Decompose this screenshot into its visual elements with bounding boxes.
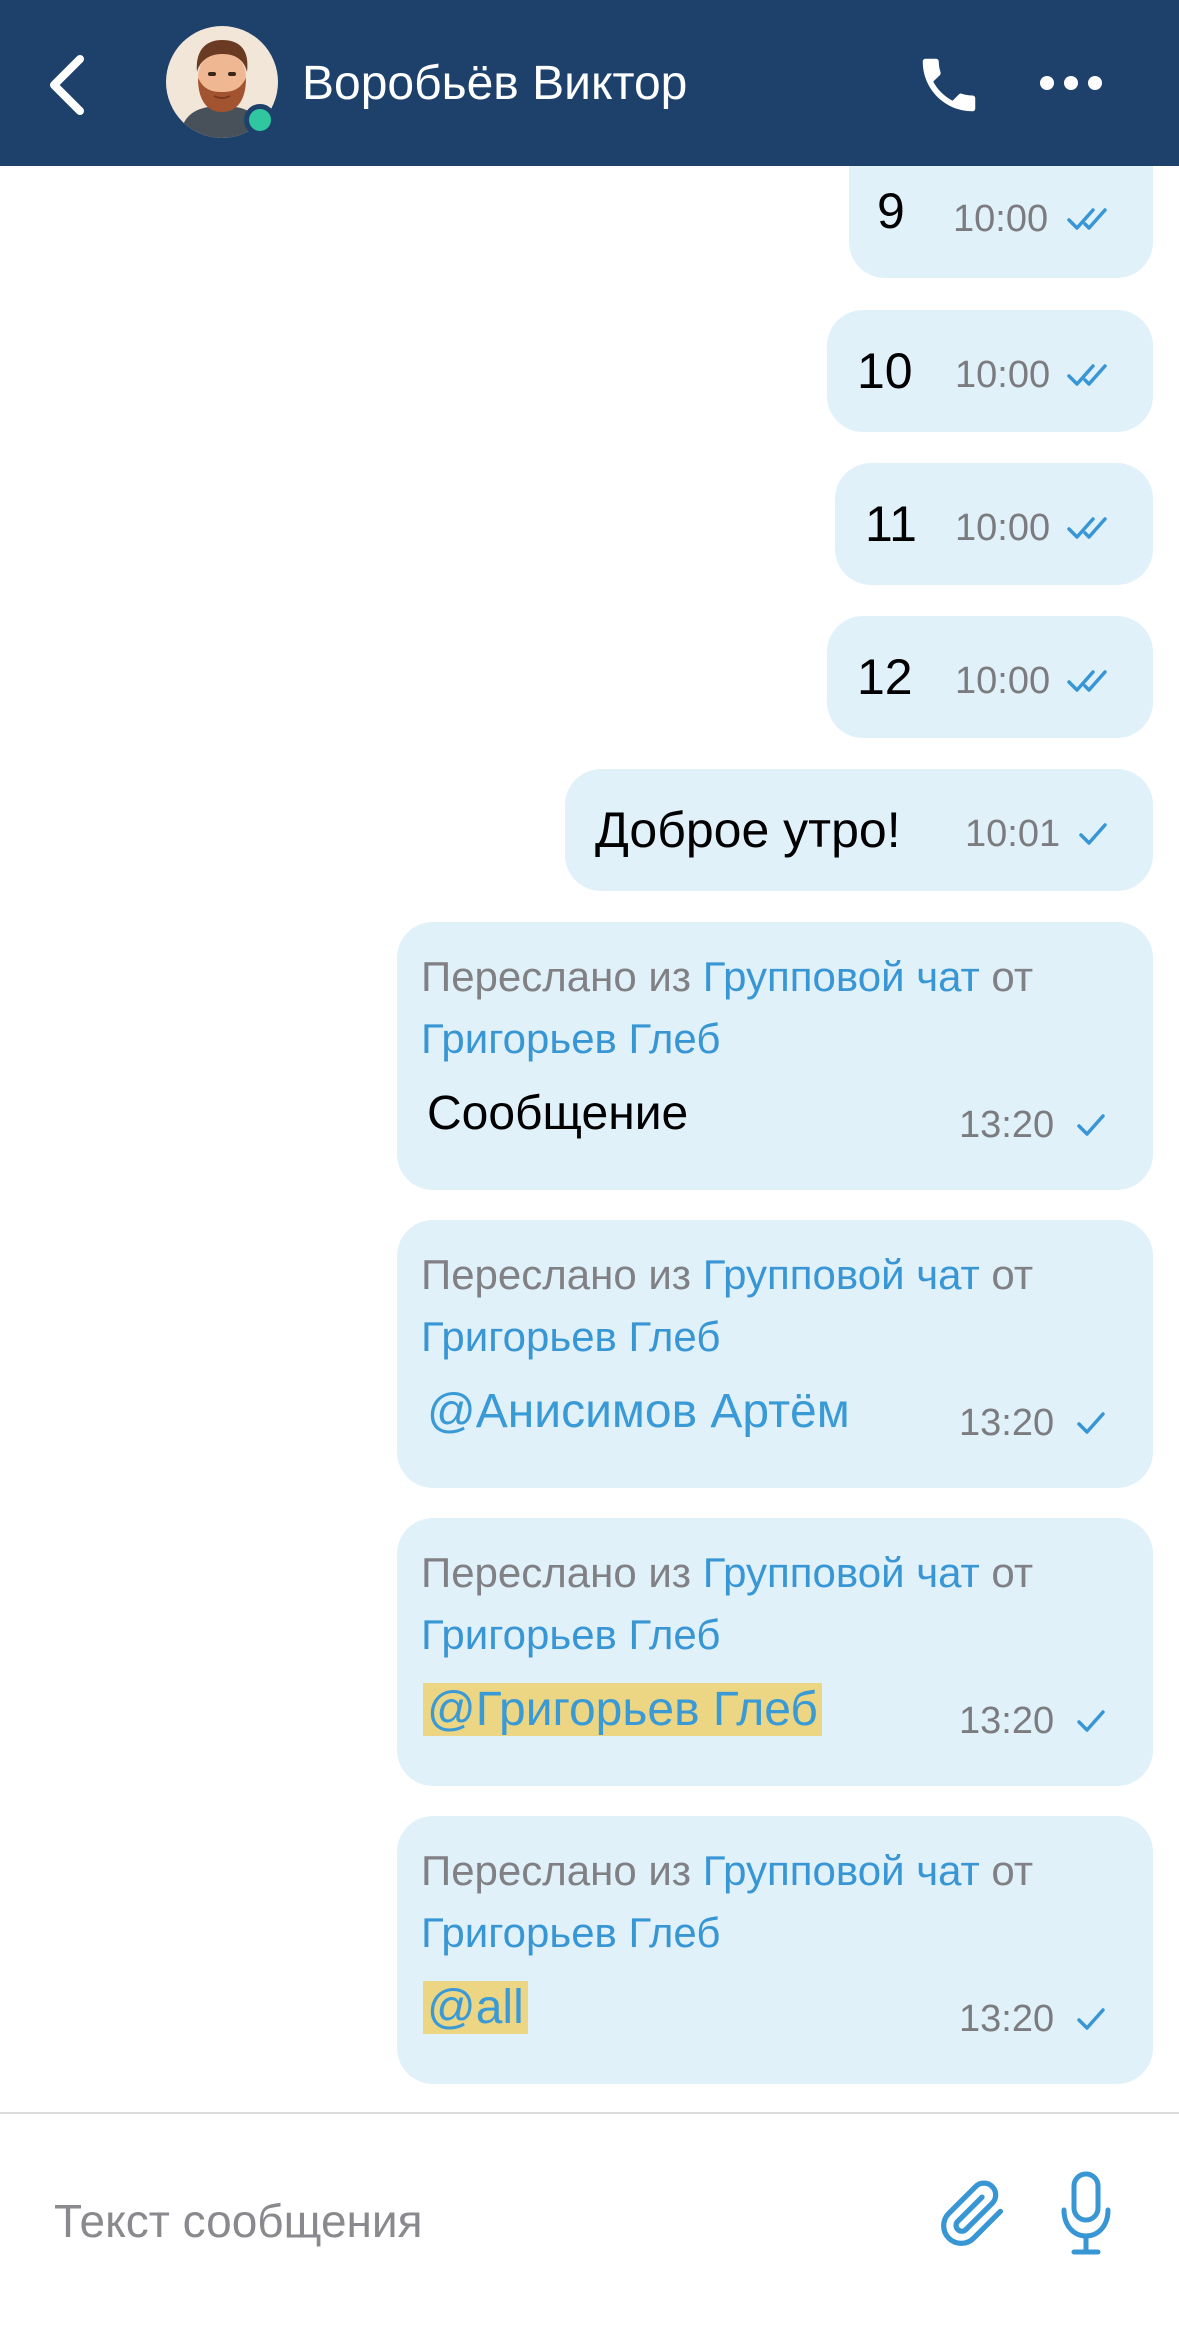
message-body: @all	[423, 1978, 528, 2038]
paperclip-icon	[941, 2180, 1004, 2246]
single-check-icon	[1077, 2008, 1105, 2030]
back-button[interactable]	[40, 45, 100, 125]
forward-from-word: от	[979, 1549, 1034, 1596]
forward-chat-link[interactable]: Групповой чат	[703, 1549, 980, 1596]
phone-icon	[922, 58, 976, 112]
forward-author-link[interactable]: Григорьев Глеб	[421, 1909, 720, 1956]
forward-prefix: Переслано из	[421, 1847, 703, 1894]
forward-author-link[interactable]: Григорьев Глеб	[421, 1611, 720, 1658]
message-time: 10:01	[965, 813, 1061, 855]
forwarded-message-bubble[interactable]: Переслано из Групповой чат от Григорьев Г…	[397, 1518, 1153, 1786]
voice-record-button[interactable]	[1058, 2170, 1114, 2258]
forward-author-link[interactable]: Григорьев Глеб	[421, 1015, 720, 1062]
forward-from-word: от	[979, 953, 1034, 1000]
message-bubble[interactable]: 12 10:00	[827, 616, 1153, 738]
forward-from-word: от	[979, 1847, 1034, 1894]
double-check-icon	[1067, 208, 1107, 230]
chevron-left-icon	[50, 55, 84, 115]
double-check-icon	[1067, 670, 1107, 692]
forward-from-word: от	[979, 1251, 1034, 1298]
forwarded-message-bubble[interactable]: Переслано из Групповой чат от Григорьев Г…	[397, 922, 1153, 1190]
single-check-icon	[1077, 1710, 1105, 1732]
contact-name[interactable]: Воробьёв Виктор	[302, 52, 687, 116]
forward-author-link[interactable]: Григорьев Глеб	[421, 1313, 720, 1360]
message-bubble[interactable]: 10 10:00	[827, 310, 1153, 432]
message-time: 10:00	[955, 354, 1051, 396]
single-check-icon	[1077, 1412, 1105, 1434]
attach-button[interactable]	[938, 2174, 1008, 2254]
forward-header: Переслано из Групповой чат от Григорьев Г…	[421, 946, 1141, 1070]
message-text: 9	[877, 183, 905, 239]
message-time: 10:00	[955, 660, 1051, 702]
forward-header: Переслано из Групповой чат от Григорьев Г…	[421, 1542, 1141, 1666]
message-composer: Текст сообщения	[0, 2112, 1179, 2336]
single-check-icon	[1077, 1114, 1105, 1136]
self-mention-text[interactable]: @Григорьев Глеб	[423, 1683, 822, 1736]
forward-chat-link[interactable]: Групповой чат	[703, 1847, 980, 1894]
forward-chat-link[interactable]: Групповой чат	[703, 953, 980, 1000]
message-time: 10:00	[953, 198, 1049, 240]
mention-text[interactable]: @Анисимов Артём	[427, 1382, 850, 1442]
forwarded-message-bubble[interactable]: Переслано из Групповой чат от Григорьев Г…	[397, 1220, 1153, 1488]
call-button[interactable]	[914, 50, 984, 120]
more-options-button[interactable]	[1036, 58, 1106, 108]
message-time: 13:20	[959, 1402, 1055, 1444]
message-text: 11	[865, 496, 917, 552]
message-text: Сообщение	[427, 1087, 689, 1140]
message-time: 10:00	[955, 507, 1051, 549]
message-bubble[interactable]: 11 10:00	[835, 463, 1153, 585]
forward-chat-link[interactable]: Групповой чат	[703, 1251, 980, 1298]
message-time: 13:20	[959, 1104, 1055, 1146]
microphone-icon	[1061, 2171, 1111, 2255]
more-horizontal-icon	[1040, 76, 1102, 90]
forward-header: Переслано из Групповой чат от Григорьев Г…	[421, 1840, 1141, 1964]
message-bubble[interactable]: Доброе утро! 10:01	[565, 769, 1153, 891]
double-check-icon	[1067, 517, 1107, 539]
message-bubble[interactable]: 9 10:00	[849, 166, 1153, 278]
message-text: 10	[857, 343, 913, 399]
forward-prefix: Переслано из	[421, 953, 703, 1000]
message-list[interactable]: 9 10:00 10 10:00 11 10:00 12 10:00 Добро…	[0, 166, 1179, 2112]
online-status-indicator	[244, 104, 276, 136]
forward-header: Переслано из Групповой чат от Григорьев Г…	[421, 1244, 1141, 1368]
chat-header: Воробьёв Виктор	[0, 0, 1179, 166]
forward-prefix: Переслано из	[421, 1549, 703, 1596]
forwarded-message-bubble[interactable]: Переслано из Групповой чат от Григорьев Г…	[397, 1816, 1153, 2084]
message-text: Доброе утро!	[595, 802, 901, 858]
single-check-icon	[1079, 823, 1107, 845]
double-check-icon	[1067, 364, 1107, 386]
forward-prefix: Переслано из	[421, 1251, 703, 1298]
message-input[interactable]: Текст сообщения	[54, 2194, 423, 2248]
message-text: 12	[857, 649, 913, 705]
message-time: 13:20	[959, 1700, 1055, 1742]
all-mention-text[interactable]: @all	[423, 1981, 528, 2034]
message-body: @Григорьев Глеб	[423, 1680, 822, 1740]
message-time: 13:20	[959, 1998, 1055, 2040]
